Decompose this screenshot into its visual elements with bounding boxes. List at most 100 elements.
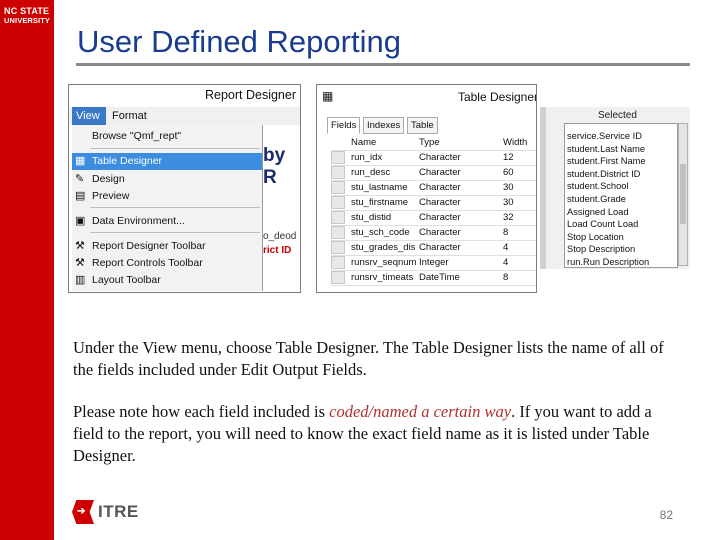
column-header-name: Name <box>351 137 377 148</box>
menu-view[interactable]: View <box>72 107 106 125</box>
row-handle[interactable] <box>331 151 345 164</box>
selected-label: Selected <box>598 110 637 121</box>
design-icon: ✎ <box>75 173 85 185</box>
list-item[interactable]: Assigned Load <box>567 206 677 218</box>
list-item[interactable]: Stop Location <box>567 231 677 243</box>
logo-line-1: NC STATE <box>4 6 50 16</box>
row-handle[interactable] <box>331 226 345 239</box>
menu-item-report-designer-toolbar[interactable]: ⚒ Report Designer Toolbar <box>72 238 262 255</box>
menu-item-layout-toolbar[interactable]: ▥ Layout Toolbar <box>72 272 262 289</box>
name-cell[interactable]: runsrv_timeats <box>351 270 413 285</box>
tab-fields[interactable]: Fields <box>327 117 361 134</box>
page-number: 82 <box>659 508 673 522</box>
width-cell[interactable]: 8 <box>503 270 508 285</box>
list-item[interactable]: student.First Name <box>567 155 677 167</box>
name-cell[interactable]: stu_sch_code <box>351 225 410 240</box>
width-cell[interactable]: 12 <box>503 150 514 165</box>
tab-table[interactable]: Table <box>407 117 438 134</box>
width-cell[interactable]: 32 <box>503 210 514 225</box>
preview-icon: ▤ <box>75 190 86 202</box>
list-item[interactable]: student.Last Name <box>567 143 677 155</box>
name-cell[interactable]: stu_firstname <box>351 195 408 210</box>
column-header-type: Type <box>419 137 440 148</box>
width-cell[interactable]: 60 <box>503 165 514 180</box>
menu-item-table-designer[interactable]: ▦ Table Designer <box>72 153 262 170</box>
type-cell[interactable]: Character <box>419 150 461 165</box>
brand-sidebar: NC STATE UNIVERSITY <box>0 0 54 540</box>
name-cell[interactable]: stu_distid <box>351 210 391 225</box>
report-designer-title: Report Designer <box>204 88 296 102</box>
list-item[interactable]: student.School <box>567 180 677 192</box>
selected-fields-list[interactable]: service.Service ID student.Last Name stude… <box>564 123 678 268</box>
row-handle[interactable] <box>331 196 345 209</box>
table-row[interactable]: stu_grades_dis Character 4 <box>331 240 536 256</box>
menu-format[interactable]: Format <box>112 107 147 125</box>
list-item[interactable]: run.Run Description <box>567 256 677 268</box>
menu-separator <box>90 148 260 149</box>
menu-item-label: Report Designer Toolbar <box>92 240 206 252</box>
menu-bar: View Format <box>69 107 300 125</box>
name-cell[interactable]: stu_lastname <box>351 180 408 195</box>
table-row[interactable]: run_desc Character 60 <box>331 165 536 181</box>
type-cell[interactable]: Character <box>419 225 461 240</box>
table-row[interactable]: runsrv_seqnum Integer 4 <box>331 255 536 271</box>
menu-item-report-controls-toolbar[interactable]: ⚒ Report Controls Toolbar <box>72 255 262 272</box>
type-cell[interactable]: Character <box>419 240 461 255</box>
table-designer-screenshot: ▦ Table Designer Fields Indexes Table Na… <box>316 84 537 293</box>
type-cell[interactable]: Character <box>419 195 461 210</box>
background-text-3: o_deod <box>263 231 297 242</box>
list-item[interactable]: Load Count Load <box>567 218 677 230</box>
scrollbar-thumb[interactable] <box>680 164 686 224</box>
list-item[interactable]: service.Service ID <box>567 130 677 142</box>
itre-logo-text: ITRE <box>98 502 139 521</box>
table-designer-icon: ▦ <box>322 89 334 103</box>
width-cell[interactable]: 4 <box>503 240 508 255</box>
slide-title: User Defined Reporting <box>77 24 401 59</box>
list-scrollbar[interactable] <box>678 123 688 266</box>
tab-indexes[interactable]: Indexes <box>363 117 405 134</box>
menu-item-preview[interactable]: ▤ Preview <box>72 188 262 205</box>
column-header-width: Width <box>503 137 528 148</box>
menu-item-label: Data Environment... <box>92 215 185 227</box>
layout-icon: ▥ <box>75 274 86 286</box>
width-cell[interactable]: 30 <box>503 195 514 210</box>
list-item[interactable]: student.Grade <box>567 193 677 205</box>
menu-item-label: Design <box>92 173 125 185</box>
type-cell[interactable]: Character <box>419 180 461 195</box>
row-handle[interactable] <box>331 166 345 179</box>
table-row[interactable]: run_idx Character 12 <box>331 150 536 166</box>
name-cell[interactable]: stu_grades_dis <box>351 240 415 255</box>
name-cell[interactable]: run_desc <box>351 165 390 180</box>
row-handle[interactable] <box>331 211 345 224</box>
table-row[interactable]: runsrv_timeats DateTime 8 <box>331 270 536 286</box>
list-item[interactable]: student.District ID <box>567 168 677 180</box>
row-handle[interactable] <box>331 256 345 269</box>
width-cell[interactable]: 8 <box>503 225 508 240</box>
type-cell[interactable]: Character <box>419 165 461 180</box>
type-cell[interactable]: Character <box>419 210 461 225</box>
name-cell[interactable]: run_idx <box>351 150 382 165</box>
name-cell[interactable]: runsrv_seqnum <box>351 255 416 270</box>
menu-item-data-environment[interactable]: ▣ Data Environment... <box>72 213 262 230</box>
menu-item-browse[interactable]: Browse "Qmf_rept" <box>72 128 262 145</box>
row-handle[interactable] <box>331 181 345 194</box>
width-cell[interactable]: 30 <box>503 180 514 195</box>
menu-separator <box>90 207 260 208</box>
row-handle[interactable] <box>331 241 345 254</box>
table-row[interactable]: stu_distid Character 32 <box>331 210 536 226</box>
background-text-1: by R <box>263 145 286 188</box>
row-handle[interactable] <box>331 271 345 284</box>
menu-item-label: Report Controls Toolbar <box>92 257 203 269</box>
grid-header: Name Type Width <box>331 135 536 151</box>
logo-line-2: UNIVERSITY <box>4 16 51 25</box>
width-cell[interactable]: 4 <box>503 255 508 270</box>
type-cell[interactable]: DateTime <box>419 270 460 285</box>
list-item[interactable]: Stop Description <box>567 243 677 255</box>
table-row[interactable]: stu_sch_code Character 8 <box>331 225 536 241</box>
type-cell[interactable]: Integer <box>419 255 449 270</box>
table-row[interactable]: stu_firstname Character 30 <box>331 195 536 211</box>
menu-item-design[interactable]: ✎ Design <box>72 171 262 188</box>
table-row[interactable]: stu_lastname Character 30 <box>331 180 536 196</box>
itre-arrow-icon: ➔ <box>77 506 86 517</box>
menu-item-label: Browse "Qmf_rept" <box>92 130 182 142</box>
